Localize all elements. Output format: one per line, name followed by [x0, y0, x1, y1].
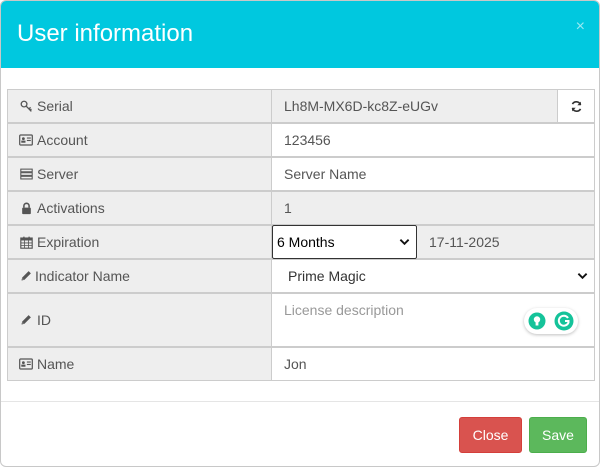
serial-field: Lh8M-MX6D-kc8Z-eUGv: [272, 89, 558, 123]
chevron-down-icon: [575, 269, 589, 283]
name-field[interactable]: Jon: [272, 347, 595, 381]
server-icon: [19, 167, 33, 181]
account-field[interactable]: 123456: [272, 123, 595, 157]
name-row: Name Jon: [7, 347, 595, 381]
expiration-label: Expiration: [37, 234, 100, 250]
activations-label-addon: Activations: [7, 191, 272, 225]
serial-label: Serial: [37, 98, 73, 114]
key-icon: [19, 99, 33, 113]
calendar-icon: [19, 235, 33, 249]
account-label: Account: [37, 132, 88, 148]
name-label-addon: Name: [7, 347, 272, 381]
modal-title: User information: [17, 20, 194, 47]
lightbulb-icon[interactable]: [528, 312, 546, 330]
lock-icon: [19, 201, 33, 215]
account-row: Account 123456: [7, 123, 595, 157]
grammarly-icon[interactable]: [554, 311, 574, 331]
expiration-select[interactable]: 6 Months: [272, 225, 417, 259]
close-icon[interactable]: ×: [576, 19, 585, 35]
serial-row: Serial Lh8M-MX6D-kc8Z-eUGv: [7, 89, 595, 123]
id-card-icon: [19, 133, 33, 147]
activations-label: Activations: [37, 200, 105, 216]
expiration-row: Expiration 6 Months 17-11-2025: [7, 225, 595, 259]
indicator-row: Indicator Name Prime Magic: [7, 259, 595, 293]
expiration-label-addon: Expiration: [7, 225, 272, 259]
modal-body: Serial Lh8M-MX6D-kc8Z-eUGv Account 12345…: [7, 89, 595, 381]
indicator-label-addon: Indicator Name: [7, 259, 272, 293]
pencil-icon: [19, 313, 33, 327]
chevron-down-icon: [397, 235, 411, 249]
id-label-addon: ID: [7, 293, 272, 347]
indicator-select-value: Prime Magic: [288, 268, 366, 284]
modal-header: User information ×: [1, 1, 599, 68]
pencil-icon: [19, 269, 33, 283]
activations-row: Activations 1: [7, 191, 595, 225]
grammarly-widget[interactable]: [524, 308, 578, 334]
id-placeholder: License description: [284, 302, 404, 318]
indicator-select[interactable]: Prime Magic: [272, 259, 595, 293]
close-button[interactable]: Close: [459, 417, 522, 453]
id-card-icon: [19, 357, 33, 371]
server-label: Server: [37, 166, 79, 182]
activations-field: 1: [272, 191, 595, 225]
refresh-serial-button[interactable]: [558, 89, 595, 123]
user-information-modal: User information × Serial Lh8M-MX6D-kc8Z…: [0, 0, 600, 467]
expiration-select-value: 6 Months: [277, 234, 335, 250]
server-row: Server Server Name: [7, 157, 595, 191]
modal-footer-divider: [1, 401, 599, 402]
id-textarea[interactable]: License description: [272, 293, 595, 347]
expiration-date-field: 17-11-2025: [417, 225, 595, 259]
save-button[interactable]: Save: [529, 417, 587, 453]
account-label-addon: Account: [7, 123, 272, 157]
server-field[interactable]: Server Name: [272, 157, 595, 191]
id-row: ID License description: [7, 293, 595, 347]
id-label: ID: [37, 312, 51, 328]
name-label: Name: [37, 356, 75, 372]
indicator-label: Indicator Name: [35, 268, 130, 284]
refresh-icon: [569, 99, 583, 113]
server-label-addon: Server: [7, 157, 272, 191]
serial-label-addon: Serial: [7, 89, 272, 123]
